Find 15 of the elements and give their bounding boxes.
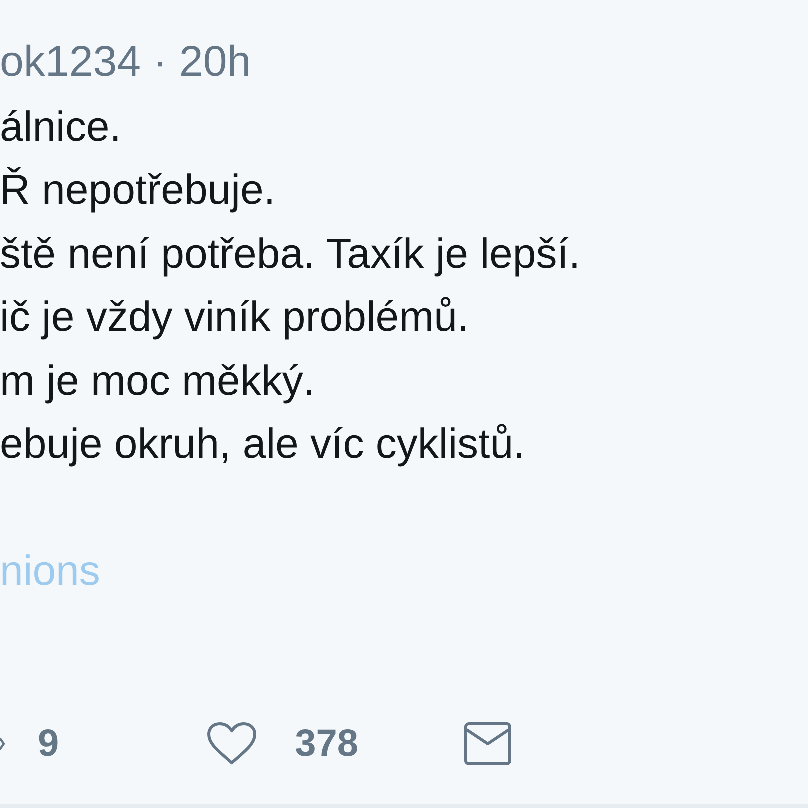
chevron-icon bbox=[0, 738, 5, 750]
heart-icon bbox=[207, 722, 258, 766]
username[interactable]: ok1234 bbox=[0, 31, 142, 94]
message-button[interactable] bbox=[464, 722, 512, 766]
separator-dot: · bbox=[153, 37, 168, 88]
tweet-text-line: ič je vždy viník problémů. bbox=[0, 292, 470, 342]
envelope-icon bbox=[464, 722, 512, 766]
tweet-text-line: ebuje okruh, ale víc cyklistů. bbox=[0, 419, 526, 469]
tweet-text-line: ště není potřeba. Taxík je lepší. bbox=[0, 228, 581, 279]
tweet-text-line: álnice. bbox=[0, 102, 122, 152]
tweet-text-line: Ř nepotřebuje. bbox=[0, 165, 276, 215]
retweet-button[interactable]: 9 bbox=[0, 725, 60, 763]
tweet-text-line: m je moc měkký. bbox=[0, 356, 316, 406]
like-button[interactable]: 378 bbox=[207, 722, 359, 766]
timestamp[interactable]: 20h bbox=[179, 31, 252, 94]
